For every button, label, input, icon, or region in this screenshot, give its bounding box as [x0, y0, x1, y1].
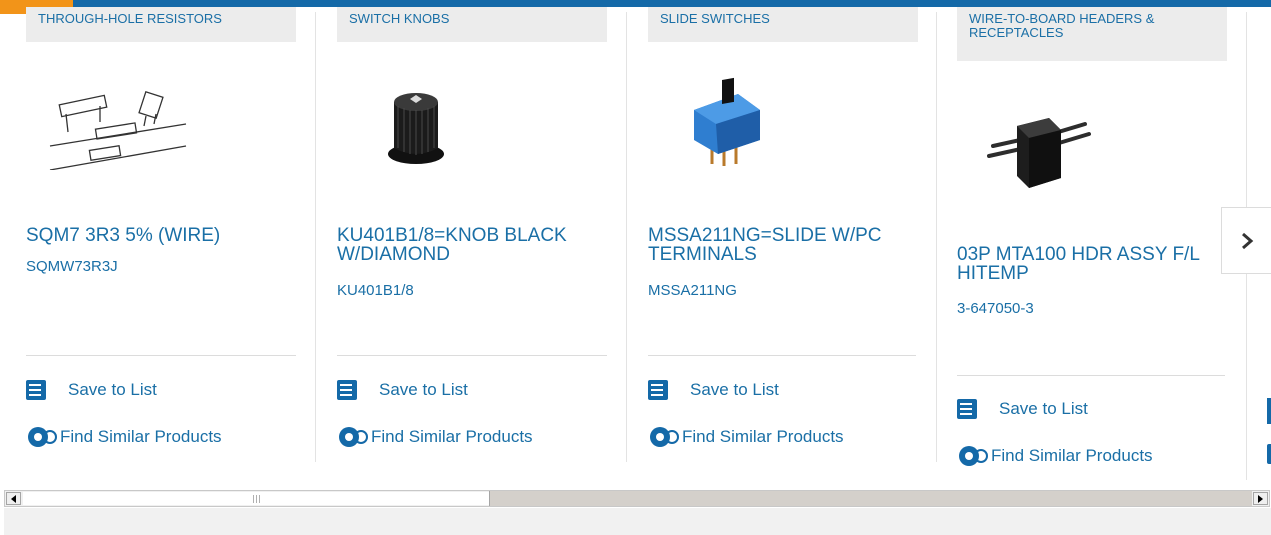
product-title[interactable]: KU401B1/8=KNOB BLACK W/DIAMOND [337, 226, 609, 264]
category-tab[interactable]: SWITCH KNOBS [337, 7, 607, 42]
product-image[interactable] [985, 96, 1091, 194]
save-to-list-label: Save to List [379, 380, 468, 399]
find-similar-button[interactable]: Find Similar Products [337, 425, 533, 449]
list-icon [648, 380, 668, 400]
scroll-right-button[interactable] [1253, 492, 1268, 505]
gears-icon [959, 446, 988, 466]
save-to-list-label: Save to List [690, 380, 779, 399]
chevron-right-icon [1241, 232, 1253, 249]
find-similar-button[interactable]: Find Similar Products [26, 425, 222, 449]
footer-area [4, 508, 1271, 535]
part-number[interactable]: MSSA211NG [648, 282, 737, 299]
part-number[interactable]: SQMW73R3J [26, 258, 118, 275]
product-title[interactable]: SQM7 3R3 5% (WIRE) [26, 226, 298, 245]
save-to-list-button[interactable]: Save to List [957, 399, 1088, 419]
save-to-list-button[interactable]: Save to List [337, 380, 468, 400]
gears-icon [339, 427, 368, 447]
product-title[interactable]: 03P MTA100 HDR ASSY F/L HITEMP [957, 245, 1207, 283]
list-icon [26, 380, 46, 400]
scrollbar-thumb[interactable] [23, 492, 489, 505]
divider [337, 355, 607, 356]
category-tab[interactable]: WIRE-TO-BOARD HEADERS & RECEPTACLES [957, 7, 1227, 61]
find-similar-label: Find Similar Products [60, 427, 222, 446]
product-image[interactable] [46, 86, 191, 171]
find-similar-label: Find Similar Products [371, 427, 533, 446]
product-image[interactable] [688, 74, 766, 170]
divider [648, 355, 916, 356]
list-icon [957, 399, 977, 419]
divider [26, 355, 296, 356]
product-card: WIRE-TO-BOARD HEADERS & RECEPTACLES 03P … [957, 0, 1247, 480]
list-icon [337, 380, 357, 400]
find-similar-button[interactable]: Find Similar Products [648, 425, 844, 449]
divider [957, 375, 1225, 376]
category-tab[interactable]: SLIDE SWITCHES [648, 7, 918, 42]
gears-icon [650, 427, 679, 447]
scrollbar-track[interactable] [489, 491, 1252, 506]
grip-icon [252, 494, 260, 503]
find-similar-label: Find Similar Products [682, 427, 844, 446]
gears-icon [28, 427, 57, 447]
carousel-next-button[interactable] [1221, 207, 1271, 274]
product-card: SLIDE SWITCHES MSSA211NG=SLIDE W/PC TERM… [648, 0, 937, 462]
product-title[interactable]: MSSA211NG=SLIDE W/PC TERMINALS [648, 226, 920, 264]
save-to-list-label: Save to List [999, 399, 1088, 418]
card-divider [626, 12, 627, 462]
save-to-list-label: Save to List [68, 380, 157, 399]
triangle-right-icon [1257, 494, 1263, 503]
category-tab[interactable]: THROUGH-HOLE RESISTORS [26, 7, 296, 42]
save-to-list-button[interactable]: Save to List [26, 380, 157, 400]
horizontal-scrollbar[interactable] [4, 490, 1270, 507]
save-to-list-button[interactable]: Save to List [648, 380, 779, 400]
card-divider [315, 12, 316, 462]
product-card: THROUGH-HOLE RESISTORS SQM7 3R3 5% (WIRE… [26, 0, 316, 462]
part-number[interactable]: KU401B1/8 [337, 282, 414, 299]
product-card: SWITCH KNOBS KU401B1/8=KNOB BLACK W/DIAM… [337, 0, 627, 462]
card-divider [936, 12, 937, 462]
scroll-left-button[interactable] [6, 492, 21, 505]
find-similar-label: Find Similar Products [991, 446, 1153, 465]
part-number[interactable]: 3-647050-3 [957, 300, 1034, 317]
find-similar-button[interactable]: Find Similar Products [957, 444, 1153, 468]
product-image[interactable] [380, 84, 455, 166]
triangle-left-icon [10, 494, 16, 503]
